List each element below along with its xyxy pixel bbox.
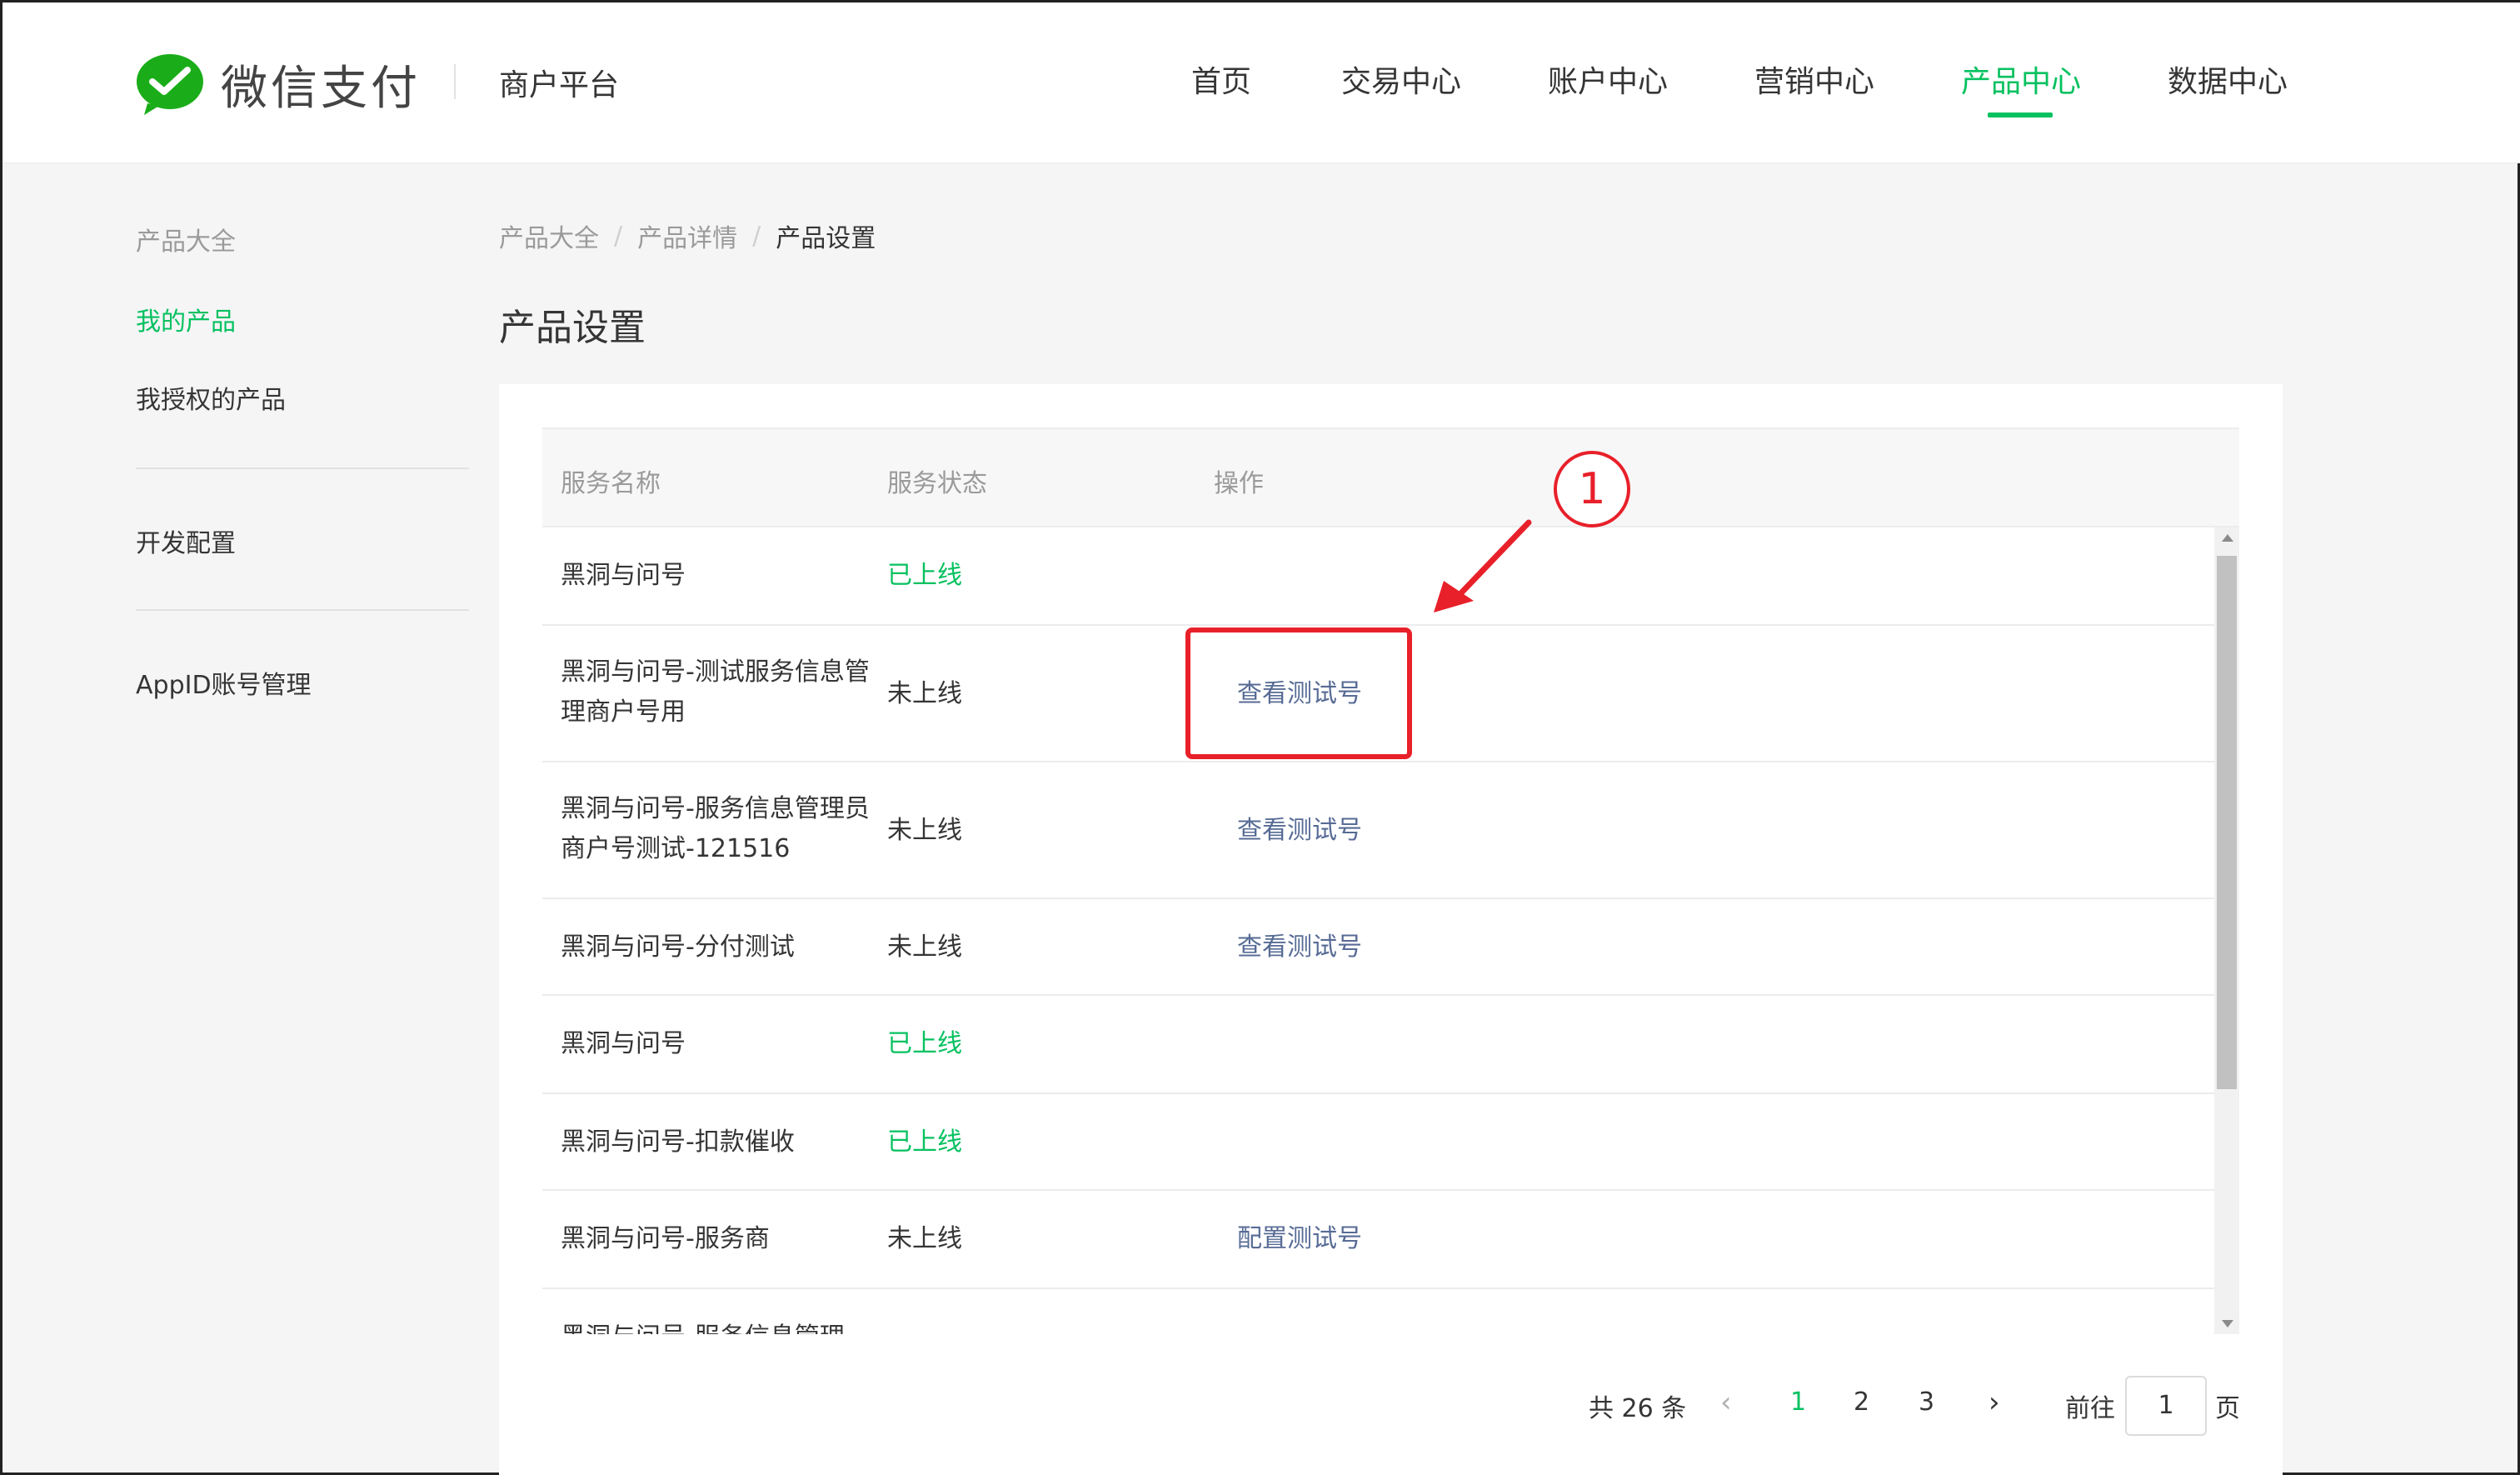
sidebar-item-dev-config[interactable]: 开发配置 [136,522,236,559]
pagination-total: 共 26 条 [1589,1394,1687,1423]
sidebar-section-title: 产品大全 [136,228,236,257]
scrollbar-thumb[interactable] [2217,556,2237,1089]
table-row: 黑洞与问号-服务商 未上线 配置测试号 [542,1191,2214,1289]
goto-page-input[interactable]: 1 [2125,1376,2207,1436]
next-page-icon[interactable]: › [1989,1386,2000,1419]
annotation-arrow-icon [1434,519,1532,612]
service-name: 黑洞与问号 [561,1029,686,1058]
main-nav: 首页 交易中心 账户中心 营销中心 产品中心 数据中心 [2,58,2520,141]
sidebar-item-appid-management[interactable]: AppID账号管理 [136,664,312,701]
sidebar-item-authorized-products[interactable]: 我授权的产品 [136,379,286,416]
nav-product-center[interactable]: 产品中心 [1961,58,2081,101]
prev-page-icon[interactable]: ‹ [1720,1386,1732,1419]
view-test-account-link[interactable]: 查看测试号 [1237,928,1362,968]
config-test-account-link[interactable]: 配置测试号 [1237,1219,1362,1259]
service-status: 未上线 [887,932,962,962]
active-nav-indicator [1988,112,2053,118]
goto-label: 前往 [2065,1394,2115,1423]
table-row: 黑洞与问号-分付测试 未上线 查看测试号 [542,899,2214,996]
breadcrumb: 产品大全 / 产品详情 / 产品设置 [499,218,876,254]
service-name: 黑洞与问号-服务信息管理员商户号测试-121516 [561,794,870,863]
service-name: 黑洞与问号-服务商 [561,1224,770,1253]
annotation-highlight-box [1185,628,1412,759]
column-header-service-name: 服务名称 [561,469,661,498]
service-name: 黑洞与问号 [561,561,686,590]
breadcrumb-item[interactable]: 产品大全 [499,218,599,254]
table-header: 服务名称 服务状态 操作 [542,428,2239,528]
annotation-step-marker: 1 [1554,451,1630,528]
scroll-down-arrow-icon[interactable] [2222,1320,2233,1328]
nav-data-center[interactable]: 数据中心 [2168,58,2288,101]
table-row: 黑洞与问号-服务信息管理 [542,1289,2214,1334]
scroll-up-arrow-icon[interactable] [2222,534,2233,542]
service-name: 黑洞与问号-服务信息管理 [561,1318,877,1334]
breadcrumb-current: 产品设置 [776,224,876,253]
service-name: 黑洞与问号-分付测试 [561,932,795,962]
page-suffix: 页 [2215,1394,2240,1423]
sidebar-divider [136,468,469,469]
service-status: 未上线 [887,1224,962,1253]
nav-marketing-center[interactable]: 营销中心 [1754,58,1874,101]
service-status: 已上线 [887,1029,962,1058]
service-name: 黑洞与问号-扣款催收 [561,1128,795,1157]
table-row: 黑洞与问号 已上线 [542,528,2214,626]
table-row: 黑洞与问号-扣款催收 已上线 [542,1094,2214,1191]
page-number[interactable]: 1 [1790,1388,1806,1417]
page-number[interactable]: 2 [1854,1388,1869,1417]
table-row: 黑洞与问号-服务信息管理员商户号测试-121516 未上线 查看测试号 [542,762,2214,899]
sidebar-divider [136,609,469,611]
breadcrumb-item[interactable]: 产品详情 [637,218,737,254]
service-status: 已上线 [887,1128,962,1157]
nav-trade-center[interactable]: 交易中心 [1341,58,1461,101]
service-status: 已上线 [887,561,962,590]
top-header: 微信支付 商户平台 首页 交易中心 账户中心 营销中心 产品中心 数据中心 [2,2,2520,163]
nav-account-center[interactable]: 账户中心 [1548,58,1668,101]
table-row: 黑洞与问号 已上线 [542,996,2214,1094]
breadcrumb-separator: / [614,221,623,251]
service-name: 黑洞与问号-测试服务信息管理商户号用 [561,658,870,727]
service-status: 未上线 [887,816,962,845]
column-header-service-status: 服务状态 [887,469,987,498]
page-number[interactable]: 3 [1919,1388,1934,1417]
service-status: 未上线 [887,679,962,708]
nav-home[interactable]: 首页 [1191,58,1251,101]
view-test-account-link[interactable]: 查看测试号 [1237,811,1362,851]
column-header-action: 操作 [1214,469,1264,498]
breadcrumb-separator: / [752,221,761,251]
table-scrollbar[interactable] [2214,528,2239,1334]
page-title: 产品设置 [499,307,646,349]
sidebar-item-my-products[interactable]: 我的产品 [136,301,236,338]
